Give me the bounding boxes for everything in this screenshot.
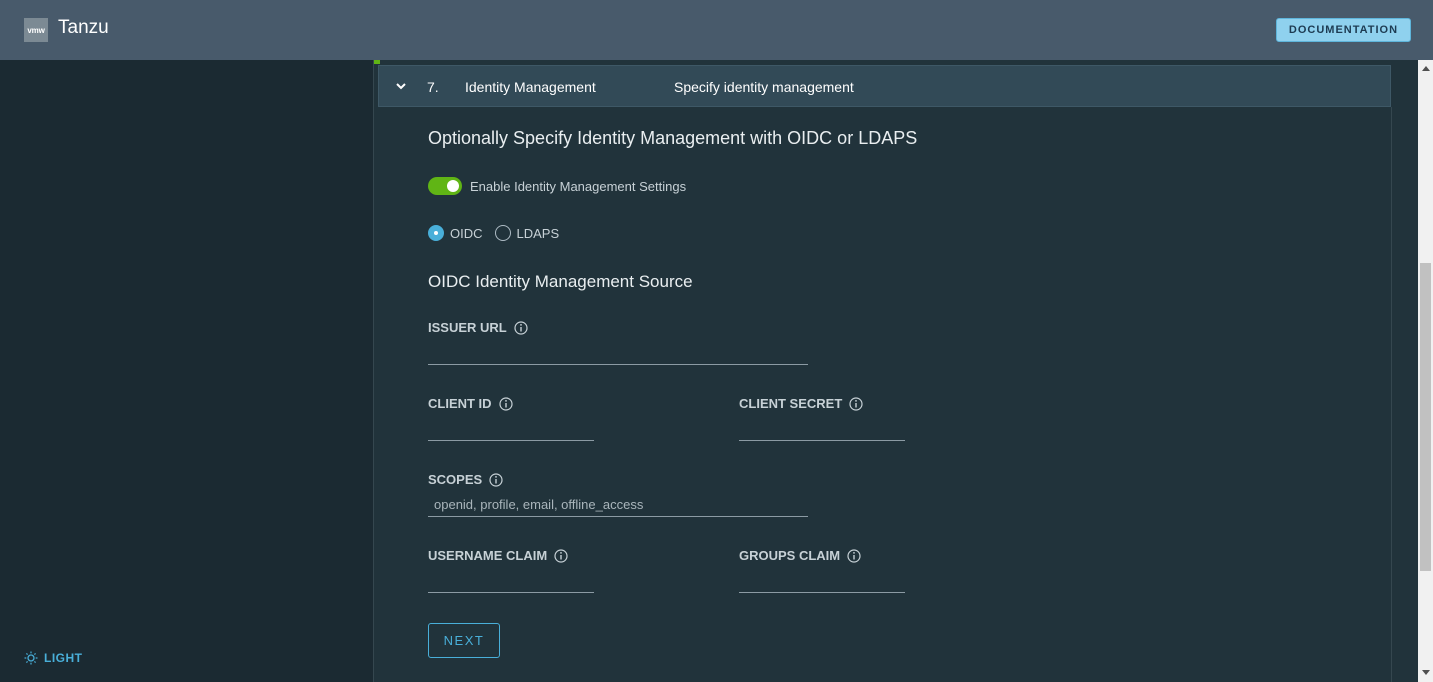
oidc-radio-label: OIDC [450, 225, 483, 241]
step-header-identity-management[interactable]: 7. Identity Management Specify identity … [378, 65, 1391, 107]
provider-radio-group: OIDC LDAPS [428, 225, 571, 241]
username-claim-label-text: USERNAME CLAIM [428, 548, 548, 563]
app-header: vmw Tanzu DOCUMENTATION [0, 0, 1433, 60]
wizard-content: 7. Identity Management Specify identity … [373, 60, 1418, 682]
enable-identity-toggle-row: Enable Identity Management Settings [428, 177, 686, 195]
username-claim-input[interactable] [428, 569, 594, 593]
info-icon[interactable] [489, 472, 503, 487]
oidc-radio[interactable] [428, 225, 444, 241]
scopes-input[interactable] [428, 493, 808, 517]
client-id-label-text: CLIENT ID [428, 396, 492, 411]
page-scrollbar[interactable] [1418, 60, 1433, 682]
sun-icon [24, 651, 38, 665]
documentation-button[interactable]: DOCUMENTATION [1276, 18, 1411, 42]
section-title: Optionally Specify Identity Management w… [428, 128, 918, 148]
step-description: Specify identity management [674, 79, 854, 95]
toggle-knob [447, 180, 459, 192]
scopes-label: SCOPES [428, 472, 503, 487]
scroll-down-arrow-icon[interactable] [1422, 670, 1430, 675]
info-icon[interactable] [849, 396, 863, 411]
theme-toggle-label: LIGHT [44, 651, 83, 665]
ldaps-radio[interactable] [494, 225, 511, 241]
client-id-input[interactable] [428, 417, 594, 441]
step-progress-marker [374, 60, 380, 64]
username-claim-label: USERNAME CLAIM [428, 548, 568, 563]
info-icon[interactable] [514, 320, 528, 335]
step-name: Identity Management [465, 79, 596, 95]
groups-claim-label-text: GROUPS CLAIM [739, 548, 841, 563]
app-title: Tanzu [58, 17, 109, 38]
oidc-source-title: OIDC Identity Management Source [428, 272, 693, 291]
theme-toggle-button[interactable]: LIGHT [24, 651, 83, 665]
issuer-url-label-text: ISSUER URL [428, 320, 507, 335]
enable-identity-label: Enable Identity Management Settings [470, 178, 687, 194]
client-secret-label-text: CLIENT SECRET [739, 396, 843, 411]
divider [1391, 107, 1392, 682]
ldaps-radio-label: LDAPS [516, 225, 560, 241]
groups-claim-label: GROUPS CLAIM [739, 548, 861, 563]
groups-claim-input[interactable] [739, 569, 905, 593]
step-number: 7. [427, 79, 439, 95]
next-button[interactable]: NEXT [428, 623, 500, 658]
client-secret-input[interactable] [739, 417, 905, 441]
info-icon[interactable] [554, 548, 568, 563]
client-id-label: CLIENT ID [428, 396, 513, 411]
enable-identity-toggle[interactable] [428, 177, 462, 195]
scopes-label-text: SCOPES [428, 472, 483, 487]
vmware-logo: vmw [24, 18, 48, 42]
sidebar [0, 60, 373, 682]
scrollbar-thumb[interactable] [1420, 263, 1431, 571]
chevron-down-icon [396, 83, 406, 90]
issuer-url-label: ISSUER URL [428, 320, 528, 335]
client-secret-label: CLIENT SECRET [739, 396, 863, 411]
issuer-url-input[interactable] [428, 341, 808, 365]
info-icon[interactable] [498, 396, 513, 411]
scroll-up-arrow-icon[interactable] [1422, 66, 1430, 71]
info-icon[interactable] [847, 548, 861, 563]
